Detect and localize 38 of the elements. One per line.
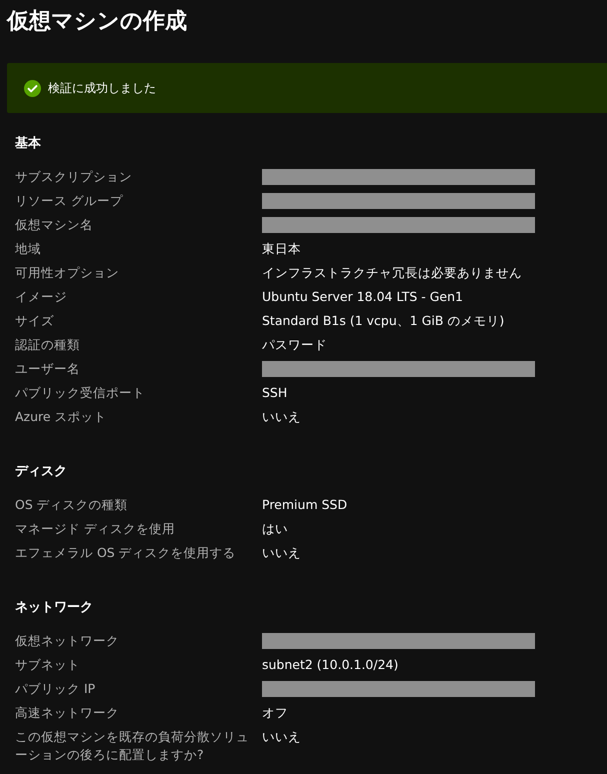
field-value: SSH: [262, 384, 288, 402]
field-value: はい: [262, 520, 289, 538]
field-label: サブネット: [15, 656, 81, 674]
field-label: 可用性オプション: [15, 264, 120, 282]
field-label: OS ディスクの種類: [15, 496, 129, 514]
field-value: インフラストラクチャ冗長は必要ありません: [262, 264, 523, 282]
section-heading: ネットワーク: [15, 599, 94, 617]
field-value: 東日本: [262, 240, 302, 258]
field-label: 高速ネットワーク: [15, 704, 120, 722]
field-label: この仮想マシンを既存の負荷分散ソリューションの後ろに配置しますか?: [15, 728, 250, 764]
field-label: 地域: [15, 240, 42, 258]
field-label: 仮想ネットワーク: [15, 632, 120, 650]
check-circle-icon: [24, 80, 41, 96]
field-label: イメージ: [15, 288, 68, 306]
field-label: パブリック受信ポート: [15, 384, 146, 402]
field-label: Azure スポット: [15, 408, 108, 426]
field-value: Ubuntu Server 18.04 LTS - Gen1: [262, 288, 464, 306]
field-label: サブスクリプション: [15, 168, 133, 186]
field-value: パスワード: [262, 336, 328, 354]
field-label: エフェメラル OS ディスクを使用する: [15, 544, 237, 562]
section-heading: 基本: [15, 135, 42, 153]
field-label: ユーザー名: [15, 360, 81, 378]
field-label: 仮想マシン名: [15, 216, 94, 234]
field-value: オフ: [262, 704, 289, 722]
field-label: 認証の種類: [15, 336, 81, 354]
section-heading: ディスク: [15, 463, 68, 481]
field-label: リソース グループ: [15, 192, 124, 210]
field-label: マネージド ディスクを使用: [15, 520, 176, 538]
field-value: いいえ: [262, 544, 302, 562]
field-value: いいえ: [262, 728, 302, 746]
field-value: subnet2 (10.0.1.0/24): [262, 656, 400, 674]
field-value: Premium SSD: [262, 496, 348, 514]
field-value: いいえ: [262, 408, 302, 426]
field-label: パブリック IP: [15, 680, 96, 698]
field-value: Standard B1s (1 vcpu、1 GiB のメモリ): [262, 312, 506, 330]
banner-message: 検証に成功しました: [48, 80, 156, 96]
field-label: サイズ: [15, 312, 55, 330]
page-title: 仮想マシンの作成: [7, 8, 188, 36]
